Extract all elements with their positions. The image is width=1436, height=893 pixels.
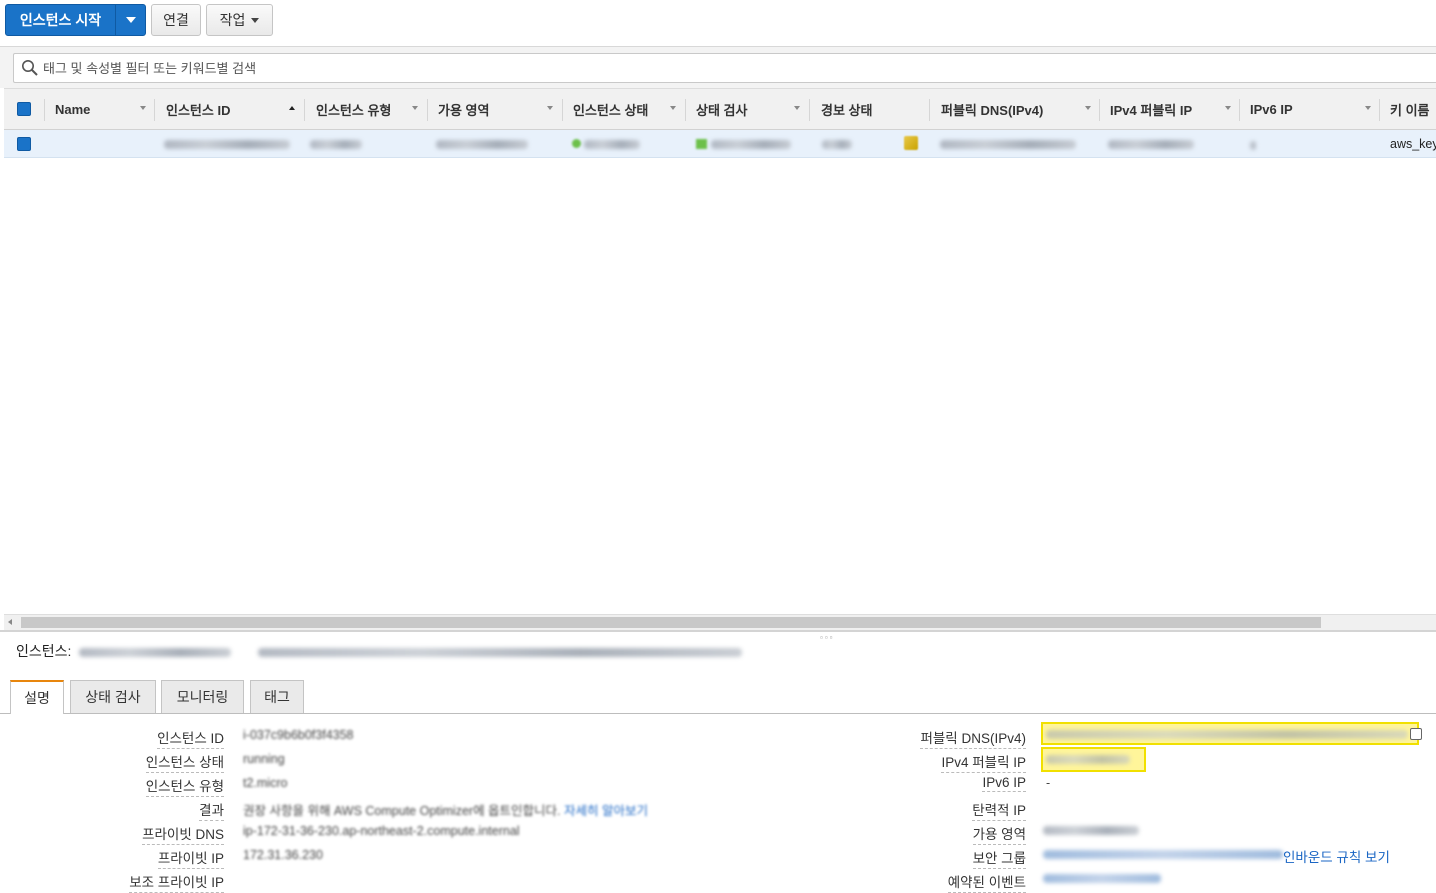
label-instance-state: 인스턴스 상태	[145, 751, 224, 773]
launch-instance-button[interactable]: 인스턴스 시작	[5, 4, 146, 36]
label-instance-type: 인스턴스 유형	[145, 775, 224, 797]
column-header-availability-zone[interactable]: 가용 영역	[438, 89, 489, 129]
column-header-ipv4-public-ip[interactable]: IPv4 퍼블릭 IP	[1110, 89, 1192, 129]
scrollbar-thumb[interactable]	[21, 617, 1321, 628]
redacted-alarm-status	[822, 140, 852, 149]
launch-instance-label[interactable]: 인스턴스 시작	[6, 5, 115, 35]
column-header-instance-id[interactable]: 인스턴스 ID	[166, 89, 230, 129]
label-ipv6-ip: IPv6 IP	[982, 775, 1026, 792]
table-row[interactable]: aws_key	[4, 130, 1436, 158]
sort-icon[interactable]	[412, 106, 418, 110]
scroll-left-icon[interactable]	[8, 619, 12, 625]
horizontal-scrollbar[interactable]	[4, 614, 1436, 630]
tab-status-checks[interactable]: 상태 검사	[70, 680, 156, 713]
search-input[interactable]	[43, 55, 1423, 81]
value-finding: 권장 사항을 위해 AWS Compute Optimizer에 옵트인합니다.…	[243, 800, 648, 819]
chevron-down-icon	[251, 17, 260, 23]
actions-button[interactable]: 작업	[206, 4, 273, 36]
redacted-public-dns	[940, 140, 1076, 149]
redacted-ipv4-public-ip	[1108, 140, 1194, 149]
column-header-key-name[interactable]: 키 이름	[1390, 89, 1430, 129]
label-availability-zone: 가용 영역	[972, 823, 1026, 845]
instances-table-header: Name 인스턴스 ID 인스턴스 유형 가용 영역 인스턴스 상태 상태 검사…	[4, 88, 1436, 130]
redacted-instance-type	[310, 140, 362, 149]
value-ipv6-ip: -	[1046, 776, 1051, 790]
sort-ascending-icon[interactable]	[289, 106, 295, 110]
redacted-ipv4-public-ip-value	[1046, 755, 1130, 764]
alarm-bell-icon[interactable]	[904, 136, 918, 150]
actions-label: 작업	[219, 12, 246, 28]
redacted-instance-state	[584, 140, 640, 149]
value-instance-type: t2.micro	[243, 776, 288, 790]
redacted-public-dns-value	[1046, 730, 1408, 739]
launch-dropdown-toggle[interactable]	[115, 5, 145, 35]
label-public-dns: 퍼블릭 DNS(IPv4)	[920, 727, 1026, 749]
detail-title-label: 인스턴스:	[16, 643, 72, 659]
sort-icon[interactable]	[1225, 106, 1231, 110]
label-instance-id: 인스턴스 ID	[157, 727, 224, 749]
redacted-instance-id	[164, 140, 290, 149]
label-security-groups: 보안 그룹	[972, 847, 1026, 869]
status-check-icon	[696, 139, 707, 149]
tab-description[interactable]: 설명	[10, 680, 64, 714]
detail-tabs: 설명 상태 검사 모니터링 태그	[0, 680, 1436, 714]
finding-text: 권장 사항을 위해 AWS Compute Optimizer에 옵트인합니다.	[243, 804, 561, 818]
toolbar: 인스턴스 시작 연결 작업	[0, 0, 1436, 46]
value-private-dns: ip-172-31-36-230.ap-northeast-2.compute.…	[243, 824, 520, 838]
redacted-detail-instance-id	[79, 648, 231, 657]
tab-monitoring-label: 모니터링	[176, 689, 229, 705]
column-header-name[interactable]: Name	[55, 89, 90, 129]
sort-icon[interactable]	[1085, 106, 1091, 110]
copy-icon[interactable]	[1410, 728, 1422, 740]
label-private-dns: 프라이빗 DNS	[142, 823, 224, 845]
connect-label: 연결	[163, 12, 189, 28]
column-header-ipv6-ip[interactable]: IPv6 IP	[1250, 89, 1293, 129]
column-header-public-dns[interactable]: 퍼블릭 DNS(IPv4)	[941, 89, 1043, 129]
pane-splitter[interactable]	[0, 630, 1436, 632]
state-running-icon	[572, 139, 581, 148]
tab-status-checks-label: 상태 검사	[85, 689, 141, 705]
drag-handle-icon[interactable]: ▫▫▫	[820, 633, 835, 642]
label-scheduled-events: 예약된 이벤트	[947, 871, 1026, 893]
column-header-status-checks[interactable]: 상태 검사	[696, 89, 747, 129]
search-box[interactable]	[13, 53, 1436, 83]
value-private-ip: 172.31.36.230	[243, 848, 323, 862]
sort-icon[interactable]	[547, 106, 553, 110]
tab-tags[interactable]: 태그	[250, 680, 304, 713]
sort-icon[interactable]	[794, 106, 800, 110]
value-instance-state: running	[243, 752, 285, 766]
tab-monitoring[interactable]: 모니터링	[161, 680, 244, 713]
label-elastic-ip: 탄력적 IP	[972, 799, 1026, 821]
redacted-scheduled-events	[1043, 874, 1161, 883]
redacted-detail-public-dns	[258, 648, 742, 657]
label-finding: 결과	[199, 799, 224, 821]
redacted-security-group-link[interactable]	[1043, 850, 1283, 859]
filter-bar	[0, 46, 1436, 88]
row-checkbox[interactable]	[17, 137, 31, 151]
redacted-availability-zone-value	[1043, 826, 1139, 835]
label-ipv4-public-ip: IPv4 퍼블릭 IP	[941, 751, 1026, 773]
column-header-instance-type[interactable]: 인스턴스 유형	[316, 89, 391, 129]
detail-title: 인스턴스:	[16, 641, 71, 661]
connect-button[interactable]: 연결	[151, 4, 201, 36]
search-icon	[22, 60, 38, 76]
sort-icon[interactable]	[140, 106, 146, 110]
redacted-ipv6-ip	[1250, 141, 1256, 150]
chevron-down-icon	[125, 17, 136, 23]
sort-icon[interactable]	[1365, 106, 1371, 110]
tab-tags-label: 태그	[264, 689, 290, 705]
learn-more-link[interactable]: 자세히 알아보기	[564, 804, 648, 818]
select-all-checkbox[interactable]	[17, 102, 31, 116]
sort-icon[interactable]	[670, 106, 676, 110]
tab-description-label: 설명	[24, 690, 50, 706]
column-header-instance-state[interactable]: 인스턴스 상태	[573, 89, 648, 129]
label-secondary-private-ip: 보조 프라이빗 IP	[129, 871, 224, 893]
column-header-alarm-status[interactable]: 경보 상태	[821, 89, 872, 129]
redacted-status-checks	[711, 140, 791, 149]
redacted-availability-zone	[436, 140, 528, 149]
label-private-ip: 프라이빗 IP	[157, 847, 224, 869]
value-instance-id: i-037c9b6b0f3f4358	[243, 728, 354, 742]
key-name-cell: aws_key	[1390, 137, 1436, 151]
view-inbound-rules-link[interactable]: 인바운드 규칙 보기	[1283, 846, 1390, 866]
